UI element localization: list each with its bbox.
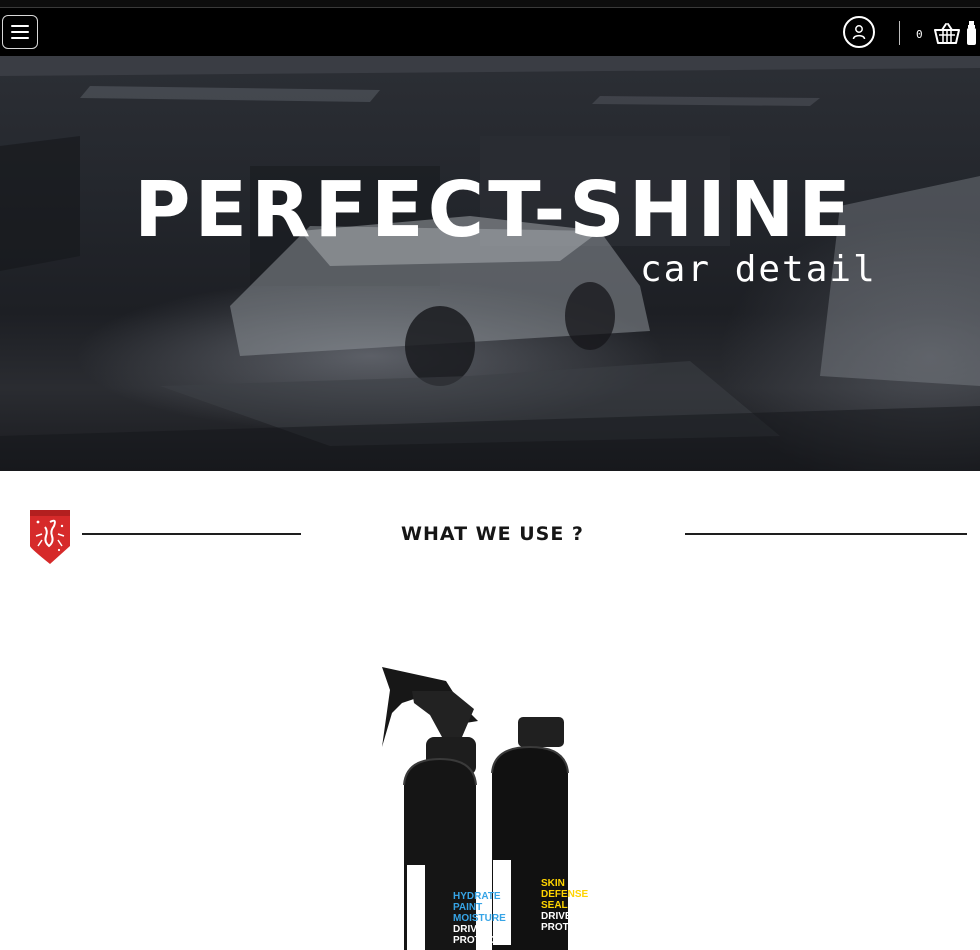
left-bottle-line: HYDRATE (453, 891, 501, 902)
left-bottle-line: PAINT (453, 902, 483, 913)
hamburger-line (11, 37, 29, 39)
hamburger-line (11, 25, 29, 27)
left-bottle-line: PROTECT (453, 935, 501, 946)
scorpion-shield-icon (30, 510, 70, 564)
basket-icon[interactable] (934, 22, 960, 46)
brand-title: PERFECT-SHINE (134, 166, 855, 255)
spray-bottle-icon[interactable] (965, 20, 977, 46)
right-bottle-label: SKIN DEFENSE SEAL DRIVE+ PROTECT (541, 878, 595, 933)
right-bottle-line: PROTECT (541, 922, 589, 933)
top-navbar: 0 (0, 8, 980, 56)
hamburger-line (11, 31, 29, 33)
left-bottle-label: HYDRATE PAINT MOISTURE DRIVE+ PROTECT (453, 891, 511, 946)
hero-banner: PERFECT-SHINE car detail (0, 56, 980, 471)
cart-count: 0 (916, 28, 923, 41)
user-icon (852, 25, 866, 40)
brand-subtitle: car detail (640, 249, 877, 290)
top-border (0, 0, 980, 8)
right-bottle-line: SEAL (541, 900, 568, 911)
right-bottle-line: DEFENSE (541, 889, 589, 900)
account-button[interactable] (843, 16, 875, 48)
left-bottle-line: DRIVE+ (453, 924, 490, 935)
section-title: WHAT WE USE ? (401, 523, 584, 545)
right-bottle-line: DRIVE+ (541, 911, 578, 922)
right-bottle-line: SKIN (541, 878, 565, 889)
left-bottle-line: MOISTURE (453, 913, 506, 924)
section-divider-right (685, 533, 967, 535)
nav-divider (899, 21, 900, 45)
menu-button[interactable] (2, 15, 38, 49)
section-divider-left (82, 533, 301, 535)
